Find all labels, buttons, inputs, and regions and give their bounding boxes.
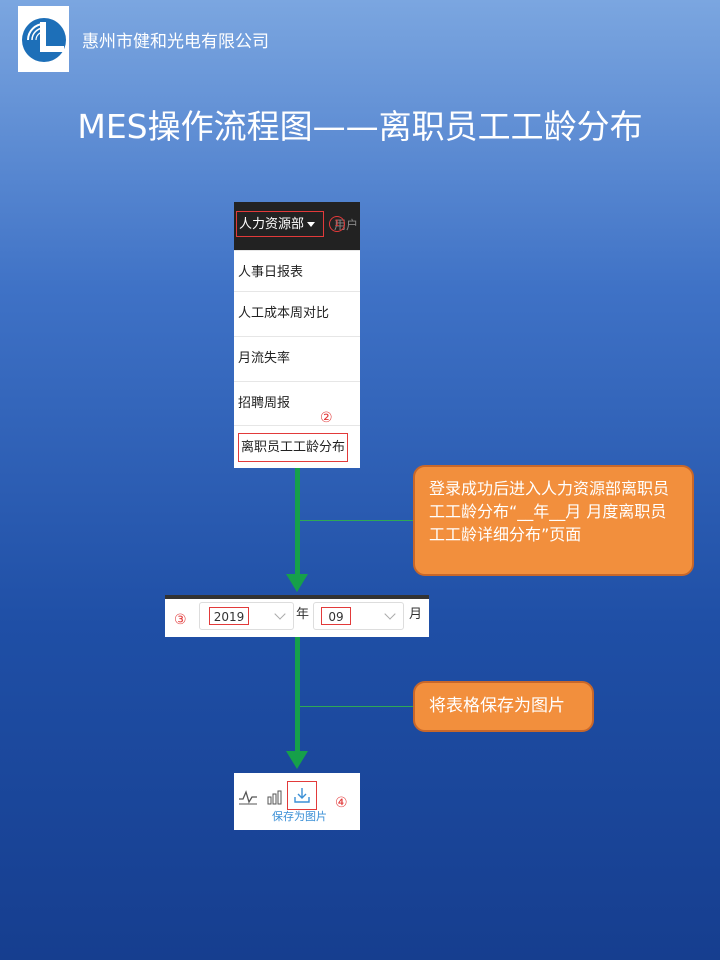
step-1-marker: 1 [329, 216, 345, 232]
callout-step-2: 将表格保存为图片 [413, 681, 594, 732]
menu-item-labor-cost-weekly[interactable]: 人工成本周对比 [234, 291, 360, 335]
hr-department-label: 人力资源部 [239, 217, 305, 232]
callout-step-1: 登录成功后进入人力资源部离职员工工龄分布“__年__月 月度离职员工工龄详细分布… [413, 465, 694, 576]
callout-1-connector [300, 520, 413, 521]
step-2-marker: ② [320, 410, 333, 426]
save-image-label: 保存为图片 [272, 810, 327, 823]
chart-toolbar: 保存为图片 ④ [234, 773, 360, 830]
year-value: 2019 [209, 607, 249, 625]
step-4-marker: ④ [335, 795, 348, 811]
caret-down-icon [307, 222, 316, 227]
callout-2-connector [300, 706, 413, 707]
menu-item-daily-report[interactable]: 人事日报表 [234, 250, 360, 294]
save-image-button[interactable] [287, 781, 317, 810]
chevron-down-icon [274, 608, 286, 620]
flow-arrow-2-head [286, 751, 308, 769]
company-logo [18, 6, 69, 72]
month-value: 09 [321, 607, 351, 625]
hr-department-button[interactable]: 人力资源部 [236, 211, 324, 237]
menu-item-recruitment-weekly[interactable]: 招聘周报 [234, 381, 360, 425]
page-title: MES操作流程图——离职员工工龄分布 [77, 107, 643, 146]
step-3-marker: ③ [174, 612, 187, 628]
menu-item-monthly-turnover[interactable]: 月流失率 [234, 336, 360, 380]
bar-chart-icon[interactable] [267, 789, 285, 805]
line-chart-icon[interactable] [238, 789, 258, 805]
month-unit: 月 [409, 607, 423, 622]
header-strip [165, 595, 429, 599]
date-filter-bar: ③ 2019 年 09 月 [165, 595, 429, 637]
flow-arrow-1 [295, 468, 300, 576]
year-unit: 年 [296, 607, 310, 622]
year-select[interactable]: 2019 [199, 602, 294, 630]
company-name: 惠州市健和光电有限公司 [82, 32, 269, 52]
chevron-down-icon [384, 608, 396, 620]
resigned-seniority-label: 离职员工工龄分布 [238, 433, 349, 462]
nav-bar: 人力资源部 用户 1 [234, 202, 360, 250]
menu-item-resigned-seniority[interactable]: 离职员工工龄分布 [234, 425, 360, 468]
flow-arrow-2 [295, 637, 300, 753]
month-select[interactable]: 09 [313, 602, 404, 630]
download-icon [294, 788, 310, 803]
hr-dropdown-menu: 人力资源部 用户 1 人事日报表 人工成本周对比 月流失率 招聘周报 离职员工工… [234, 202, 360, 468]
flow-arrow-1-head [286, 574, 308, 592]
